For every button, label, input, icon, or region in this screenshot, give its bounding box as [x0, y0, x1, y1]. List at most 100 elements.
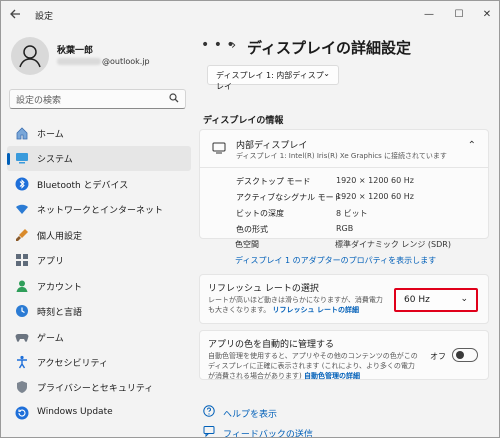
user-email: @outlook.jp [57, 57, 150, 66]
sidebar-item-label: ネットワークとインターネット [37, 206, 164, 217]
user-name: 秋葉一郎 [57, 46, 94, 56]
user-email-domain: @outlook.jp [102, 57, 150, 66]
chevron-up-icon[interactable]: ⌃ [468, 140, 476, 151]
update-icon [15, 406, 29, 420]
sidebar-item-accessibility[interactable]: アクセシビリティ [7, 350, 191, 375]
monitor-icon [212, 142, 226, 157]
spec-value: 8 ビット [336, 209, 368, 218]
spec-key: 色の形式 [236, 225, 268, 234]
avatar [11, 37, 49, 75]
app-title: 設定 [35, 12, 54, 22]
spec-key: 色空間 [235, 240, 259, 249]
chevron-down-icon: ⌄ [460, 294, 468, 304]
page-title: ディスプレイの詳細設定 [247, 39, 411, 57]
color-management-title: アプリの色を自動的に管理する [208, 340, 335, 350]
sidebar-item-label: Bluetooth とデバイス [37, 180, 129, 191]
feedback-link[interactable]: フィードバックの送信 [203, 425, 313, 438]
spec-key: アクティブなシグナル モード [236, 193, 342, 202]
spec-key: デスクトップ モード [236, 177, 311, 186]
sidebar-nav: ホーム システム Bluetooth とデバイス ネットワークとインターネット … [7, 121, 191, 426]
sidebar-item-label: ホーム [37, 130, 64, 140]
time-language-icon [15, 304, 29, 318]
chevron-right-icon: › [231, 38, 237, 53]
sidebar-item-time-language[interactable]: 時刻と言語 [7, 299, 191, 324]
feedback-label: フィードバックの送信 [223, 430, 313, 438]
refresh-rate-dropdown[interactable]: 60 Hz ⌄ [394, 288, 478, 312]
help-icon [203, 405, 219, 420]
display-select-value: ディスプレイ 1: 内部ディスプレイ [216, 71, 324, 91]
toggle-label: オフ [430, 352, 446, 361]
sidebar-item-bluetooth[interactable]: Bluetooth とデバイス [7, 172, 191, 197]
breadcrumb-more-button[interactable]: • • • [201, 37, 235, 53]
refresh-rate-description: レートが高いほど動きは滑らかになりますが、消費電力も大きくなります。 リフレッシ… [208, 295, 388, 315]
spec-value: 1920 × 1200 60 Hz [336, 176, 414, 185]
accessibility-icon [15, 355, 29, 369]
gamepad-icon [15, 330, 29, 344]
sidebar-item-label: アカウント [37, 282, 83, 293]
breadcrumb: • • • › ディスプレイの詳細設定 [201, 37, 491, 61]
close-button[interactable]: ✕ [475, 5, 499, 25]
sidebar-item-privacy[interactable]: プライバシーとセキュリティ [7, 375, 191, 400]
sidebar-item-label: システム [37, 155, 73, 166]
display-subtitle: ディスプレイ 1: Intel(R) Iris(R) Xe Graphics に… [236, 152, 447, 160]
adapter-properties-link[interactable]: ディスプレイ 1 のアダプターのプロパティを表示します [235, 255, 436, 266]
refresh-rate-title: リフレッシュ レートの選択 [208, 284, 319, 294]
back-arrow-icon[interactable] [9, 8, 25, 24]
get-help-link[interactable]: ヘルプを表示 [203, 405, 277, 420]
spec-key: ビットの深度 [236, 209, 284, 218]
wifi-icon [15, 202, 29, 216]
sidebar-item-label: 時刻と言語 [37, 308, 83, 319]
search-input[interactable]: 設定の検索 [9, 89, 186, 109]
chevron-down-icon: ⌄ [323, 69, 330, 78]
main-content: ディスプレイ 1: 内部ディスプレイ ⌄ ディスプレイの情報 内部ディスプレイ … [199, 63, 495, 437]
refresh-rate-detail-link[interactable]: リフレッシュ レートの詳細 [273, 306, 359, 314]
spec-value: 標準ダイナミック レンジ (SDR) [335, 240, 451, 249]
color-management-description: 自動色管理を使用すると、アプリやその他のコンテンツの色がこのディスプレイに正確に… [208, 351, 420, 381]
system-display-icon [15, 151, 29, 165]
sidebar-item-apps[interactable]: アプリ [7, 248, 191, 273]
display-info-card: 内部ディスプレイ ディスプレイ 1: Intel(R) Iris(R) Xe G… [199, 129, 489, 239]
redacted-email-prefix [57, 58, 101, 65]
sidebar-item-label: アプリ [37, 257, 65, 268]
sidebar-item-home[interactable]: ホーム [7, 121, 191, 146]
sidebar-item-windows-update[interactable]: Windows Update [7, 401, 191, 426]
sidebar-item-label: 個人用設定 [37, 231, 83, 242]
refresh-rate-card: リフレッシュ レートの選択 レートが高いほど動きは滑らかになりますが、消費電力も… [199, 274, 489, 324]
sidebar-item-network[interactable]: ネットワークとインターネット [7, 197, 191, 222]
sidebar-item-label: アクセシビリティ [37, 358, 109, 369]
get-help-label: ヘルプを表示 [223, 410, 278, 420]
sidebar-item-gaming[interactable]: ゲーム [7, 325, 191, 350]
sidebar-item-personalization[interactable]: 個人用設定 [7, 223, 191, 248]
bluetooth-icon [15, 177, 29, 191]
search-placeholder: 設定の検索 [16, 96, 62, 106]
sidebar-item-label: Windows Update [37, 406, 113, 417]
spec-value: RGB [336, 224, 354, 233]
home-icon [15, 126, 29, 140]
display-name: 内部ディスプレイ [236, 141, 308, 151]
color-management-detail-link[interactable]: 自動色管理の詳細 [304, 372, 360, 380]
sidebar-item-label: ゲーム [37, 333, 64, 344]
display-info-header[interactable]: 内部ディスプレイ ディスプレイ 1: Intel(R) Iris(R) Xe G… [200, 130, 488, 168]
sidebar-item-accounts[interactable]: アカウント [7, 274, 191, 299]
color-management-card: アプリの色を自動的に管理する 自動色管理を使用すると、アプリやその他のコンテンツ… [199, 330, 489, 380]
title-bar: 設定 — ☐ ✕ [1, 1, 499, 31]
search-icon [169, 93, 179, 106]
settings-window: 設定 — ☐ ✕ 秋葉一郎 @outlook.jp 設定の検索 ホーム システム [0, 0, 500, 438]
sidebar-item-label: プライバシーとセキュリティ [37, 384, 154, 395]
paintbrush-icon [15, 228, 29, 242]
account-icon [15, 279, 29, 293]
color-management-toggle[interactable] [452, 348, 478, 362]
sidebar-item-system[interactable]: システム [7, 146, 191, 172]
refresh-rate-value: 60 Hz [404, 295, 430, 305]
apps-icon [15, 253, 29, 267]
user-icon [19, 45, 41, 68]
shield-icon [15, 380, 29, 394]
toggle-knob [456, 351, 464, 359]
minimize-button[interactable]: — [417, 5, 441, 25]
maximize-button[interactable]: ☐ [447, 5, 471, 25]
user-profile[interactable]: 秋葉一郎 @outlook.jp [11, 37, 191, 77]
section-title: ディスプレイの情報 [203, 116, 284, 126]
feedback-icon [203, 425, 219, 437]
spec-value: 1920 × 1200 60 Hz [336, 192, 414, 201]
display-select-dropdown[interactable]: ディスプレイ 1: 内部ディスプレイ ⌄ [207, 65, 339, 91]
